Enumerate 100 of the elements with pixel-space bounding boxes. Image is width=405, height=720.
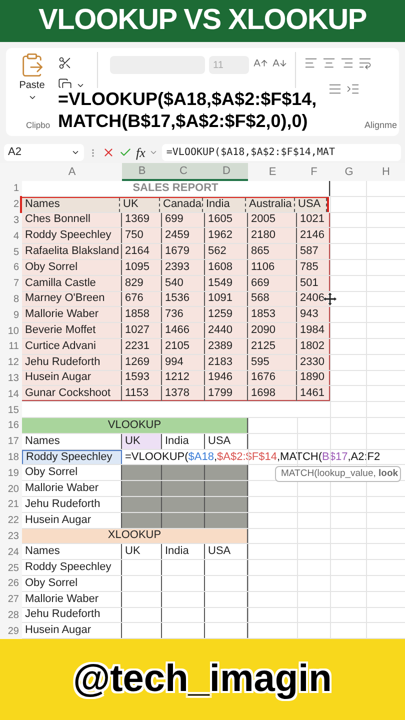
table-cell: 2125	[248, 338, 297, 355]
row-number[interactable]: 18	[0, 450, 22, 466]
function-button[interactable]: fx	[136, 142, 146, 162]
move-cursor-icon	[323, 292, 337, 306]
table-cell: 736	[162, 307, 205, 324]
column-header[interactable]: F	[297, 163, 331, 181]
table-cell: 2146	[297, 228, 331, 244]
column-heading: Australia	[246, 198, 295, 212]
row-number[interactable]: 20	[0, 481, 22, 497]
table-cell: Roddy Speechley	[22, 560, 122, 576]
table-cell: 1858	[122, 307, 162, 324]
row-number[interactable]: 13	[0, 370, 22, 386]
table-cell: Mallorie Waber	[22, 592, 122, 608]
table-cell: 829	[122, 276, 162, 292]
table-cell: 2231	[122, 338, 162, 355]
table-cell: Rafaelita Blaksland	[22, 244, 122, 260]
selected-range-cell	[205, 512, 248, 529]
row-number[interactable]: 27	[0, 592, 22, 608]
table-cell: 1027	[122, 323, 162, 339]
table-cell: Mallorie Waber	[22, 307, 122, 324]
table-cell: Curtice Advani	[22, 338, 122, 355]
formula-bar[interactable]: =VLOOKUP($A18,$A$2:$F$14,MAT	[162, 144, 401, 161]
cut-icon[interactable]	[58, 56, 72, 70]
column-heading: USA	[295, 198, 327, 212]
table-cell: 540	[162, 276, 205, 292]
row-number[interactable]: 6	[0, 260, 22, 276]
selected-range-cell	[162, 496, 205, 513]
table-cell: 943	[297, 307, 331, 324]
column-heading: UK	[122, 434, 162, 450]
table-cell: 587	[297, 244, 331, 260]
table-cell: Roddy Speechley	[22, 228, 122, 244]
table-cell: 2459	[162, 228, 205, 244]
column-heading: UK	[122, 544, 162, 560]
column-heading: Names	[22, 198, 120, 212]
table-cell: 2440	[205, 323, 248, 339]
indent-icon[interactable]	[346, 82, 360, 96]
row-number[interactable]: 25	[0, 560, 22, 576]
selected-range-cell	[205, 481, 248, 497]
name-box[interactable]: A2	[4, 144, 84, 161]
selected-range-cell	[205, 465, 248, 482]
caret-icon[interactable]	[28, 93, 36, 102]
row-number[interactable]: 23	[0, 528, 22, 544]
row-number[interactable]: 12	[0, 354, 22, 371]
column-header[interactable]: D	[205, 163, 248, 181]
table-cell: 2090	[248, 323, 297, 339]
row-number[interactable]: 7	[0, 276, 22, 292]
row-number[interactable]: 22	[0, 512, 22, 529]
table-cell: 1799	[205, 386, 248, 402]
selected-range-cell	[162, 465, 205, 482]
row-number[interactable]: 9	[0, 307, 22, 324]
row-number[interactable]: 8	[0, 292, 22, 308]
table-cell: 2330	[297, 354, 331, 371]
column-header[interactable]: C	[162, 163, 205, 181]
row-number[interactable]: 1	[0, 181, 22, 197]
table-cell: Gunar Cockshoot	[22, 386, 122, 402]
row-number[interactable]: 16	[0, 418, 22, 434]
row-number[interactable]: 19	[0, 465, 22, 482]
cancel-icon[interactable]	[102, 146, 115, 159]
row-number[interactable]: 17	[0, 434, 22, 450]
align-icon[interactable]	[328, 82, 342, 96]
column-header[interactable]: B	[122, 163, 162, 181]
table-cell: Jehu Rudeforth	[22, 354, 122, 371]
row-number[interactable]: 10	[0, 323, 22, 339]
selected-range-cell	[122, 465, 162, 482]
row-number[interactable]: 21	[0, 496, 22, 513]
row-number[interactable]: 3	[0, 212, 22, 228]
table-cell: 1269	[122, 354, 162, 371]
title-banner: VLOOKUP VS XLOOKUP	[0, 0, 405, 42]
column-header[interactable]: G	[331, 163, 367, 181]
table-cell: Oby Sorrel	[22, 260, 122, 276]
table-cell: Jehu Rudeforth	[22, 608, 122, 624]
table-cell: 2180	[248, 228, 297, 244]
row-number[interactable]: 28	[0, 608, 22, 624]
group-label: Clipbo	[26, 119, 50, 132]
column-header[interactable]: H	[367, 163, 405, 181]
column-heading: India	[162, 544, 205, 560]
table-cell: 2393	[162, 260, 205, 276]
row-number[interactable]: 4	[0, 228, 22, 244]
row-number[interactable]: 26	[0, 576, 22, 592]
column-header[interactable]: E	[248, 163, 297, 181]
table-cell: 1853	[248, 307, 297, 324]
row-number[interactable]: 24	[0, 544, 22, 560]
table-cell: 595	[248, 354, 297, 371]
paste-label[interactable]: Paste	[19, 78, 45, 93]
table-cell: 2105	[162, 338, 205, 355]
row-number[interactable]: 11	[0, 338, 22, 355]
column-heading: UK	[120, 198, 160, 212]
table-cell: Oby Sorrel	[22, 576, 122, 592]
selected-range-cell	[122, 512, 162, 529]
row-number[interactable]: 15	[0, 402, 22, 418]
row-number[interactable]: 5	[0, 244, 22, 260]
column-heading: Canada	[160, 198, 203, 212]
table-cell: 1549	[205, 276, 248, 292]
selected-range-cell	[122, 481, 162, 497]
table-cell: 1461	[297, 386, 331, 402]
row-number[interactable]: 29	[0, 623, 22, 640]
selected-range-cell	[162, 512, 205, 529]
table-cell: 750	[122, 228, 162, 244]
row-number[interactable]: 14	[0, 386, 22, 402]
column-header[interactable]: A	[22, 163, 122, 181]
